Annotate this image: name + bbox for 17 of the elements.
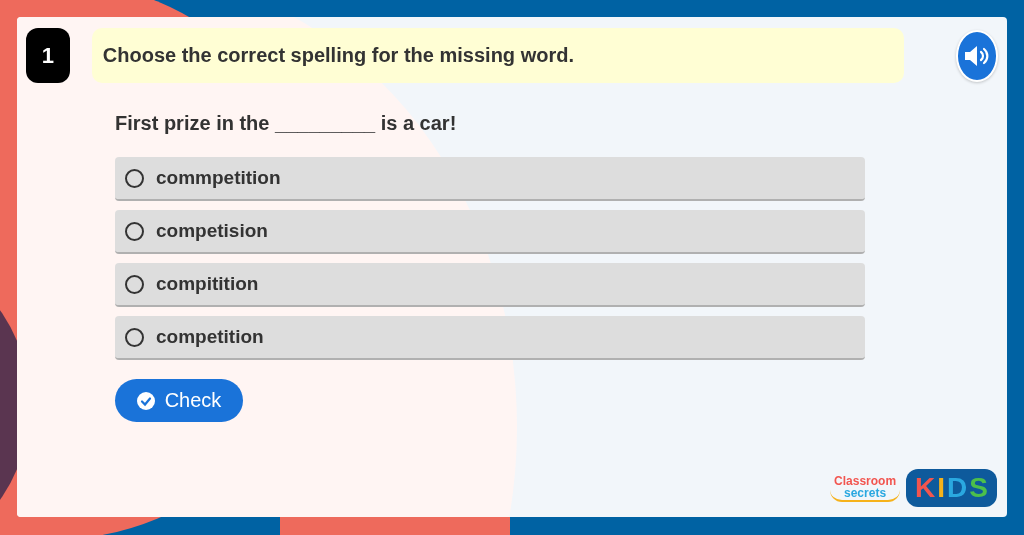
question-number: 1 [26, 28, 70, 83]
radio-icon [125, 274, 144, 294]
radio-icon [125, 221, 144, 241]
answer-option[interactable]: compitition [115, 263, 865, 307]
answer-option[interactable]: commpetition [115, 157, 865, 201]
brand-logo: Classroom secrets [830, 474, 901, 502]
instruction-text: Choose the correct spelling for the missing word. [91, 28, 904, 83]
answer-option[interactable]: competition [115, 316, 865, 360]
question-sentence: First prize in the _________ is a car! [115, 112, 458, 135]
radio-icon [125, 168, 144, 188]
check-circle-icon [136, 391, 155, 410]
radio-icon [125, 327, 144, 347]
check-button[interactable]: Check [115, 379, 243, 422]
speaker-icon [962, 43, 991, 68]
audio-button[interactable] [955, 29, 998, 82]
answer-option[interactable]: competision [115, 210, 865, 254]
kids-logo: KI DS [906, 469, 997, 507]
